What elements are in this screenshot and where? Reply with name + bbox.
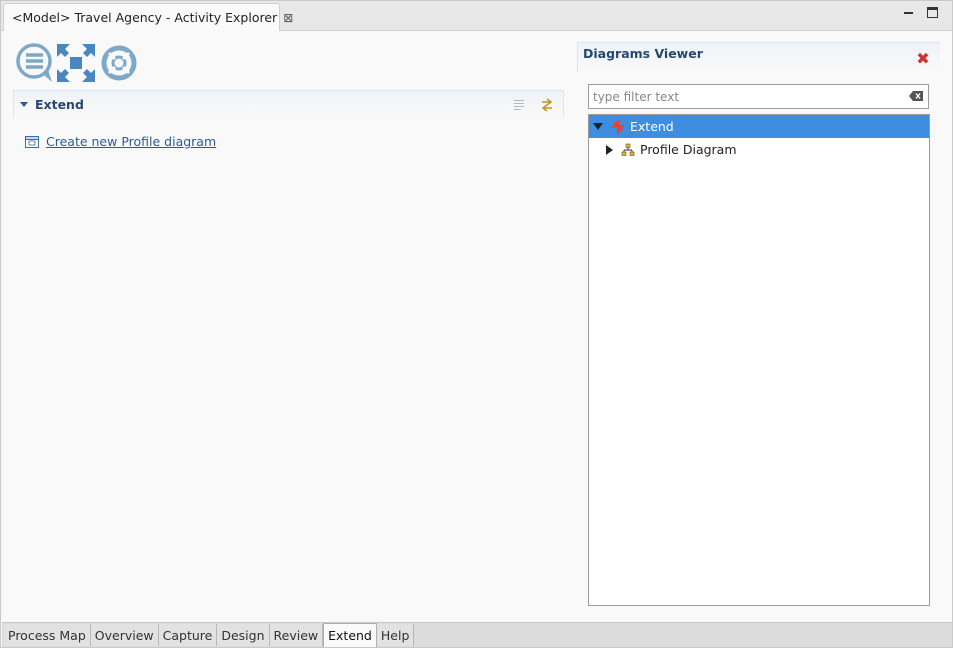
close-icon[interactable]: ✖	[916, 51, 930, 67]
diagrams-viewer: Diagrams Viewer ✖ type filter text Exten…	[577, 42, 940, 612]
extend-section-body: Create new Profile diagram	[13, 118, 564, 161]
create-profile-diagram-row: Create new Profile diagram	[25, 134, 552, 149]
lifebuoy-icon	[101, 45, 137, 81]
extend-section-title: Extend	[35, 97, 84, 112]
filter-input[interactable]	[589, 86, 889, 107]
clear-filter-icon[interactable]	[908, 90, 924, 102]
activity-explorer-window: <Model> Travel Agency - Activity Explore…	[0, 0, 953, 648]
expand-node-icon[interactable]	[606, 144, 613, 155]
tree-row-label: Profile Diagram	[640, 142, 737, 157]
maximize-icon[interactable]	[927, 7, 938, 18]
collapse-node-icon[interactable]	[593, 123, 603, 130]
collapse-section-icon[interactable]	[20, 102, 28, 107]
tree-row-extend[interactable]: Extend	[589, 115, 929, 138]
window-controls	[903, 7, 938, 19]
extend-section-header[interactable]: Extend	[13, 90, 564, 118]
page-tabs: Process Map Overview Capture Design Revi…	[2, 622, 952, 647]
diagrams-viewer-header: Diagrams Viewer ✖	[577, 42, 940, 72]
editor-tab-title: <Model> Travel Agency - Activity Explore…	[12, 10, 278, 25]
extend-section: Extend Create new Profile diagram	[13, 90, 564, 161]
tab-capture[interactable]: Capture	[158, 624, 218, 646]
tree-row-label: Extend	[630, 119, 674, 134]
tab-overview[interactable]: Overview	[90, 624, 159, 646]
diagrams-tree: Extend Profile Diagram	[588, 114, 930, 606]
minimize-icon[interactable]	[903, 7, 915, 19]
tab-design[interactable]: Design	[217, 624, 270, 646]
editor-tab-bar: <Model> Travel Agency - Activity Explore…	[1, 1, 952, 31]
description-icon[interactable]	[511, 97, 527, 113]
filter-field[interactable]	[588, 84, 929, 109]
section-toolbar	[511, 97, 555, 113]
profile-diagram-icon	[25, 135, 39, 148]
tab-review[interactable]: Review	[269, 624, 324, 646]
tab-extend[interactable]: Extend	[323, 623, 377, 647]
diagrams-viewer-title: Diagrams Viewer	[583, 46, 703, 61]
activity-explorer-logo	[16, 43, 137, 82]
speech-bubble-icon	[16, 43, 52, 82]
extend-package-icon	[612, 119, 624, 134]
tab-help[interactable]: Help	[376, 624, 415, 646]
editor-tab[interactable]: <Model> Travel Agency - Activity Explore…	[3, 3, 293, 31]
synchronize-icon[interactable]	[539, 97, 555, 113]
create-new-profile-diagram-link[interactable]: Create new Profile diagram	[46, 134, 216, 149]
tab-process-map[interactable]: Process Map	[4, 624, 91, 646]
expand-arrows-icon	[57, 44, 95, 82]
profile-hierarchy-icon	[621, 143, 635, 156]
tree-row-profile-diagram[interactable]: Profile Diagram	[589, 138, 929, 161]
main-content: Extend Create new Profile diagram Diagra…	[2, 32, 952, 622]
close-tab-icon[interactable]: ⊠	[283, 12, 293, 24]
